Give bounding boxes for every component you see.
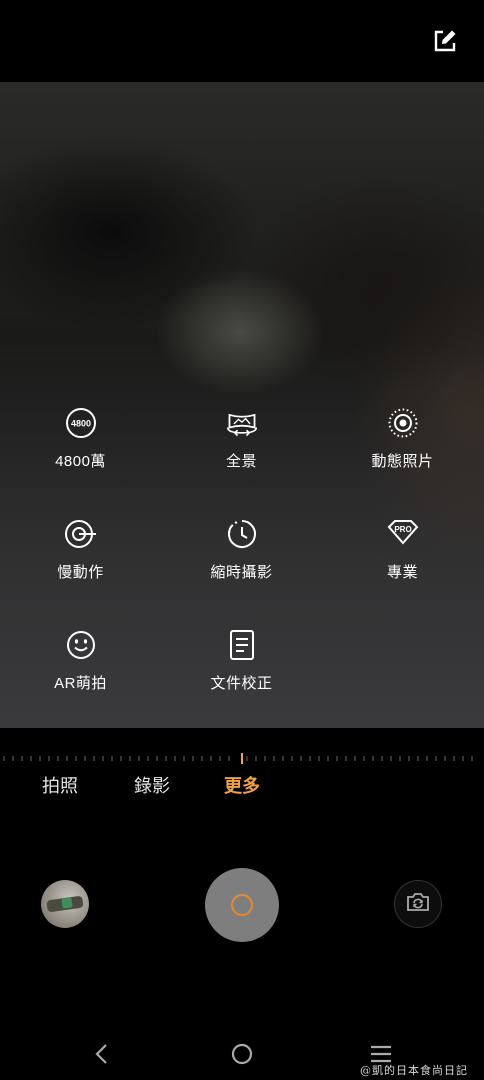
timelapse-icon — [225, 517, 259, 551]
mode-label: 慢動作 — [57, 564, 104, 581]
slow-motion-icon — [64, 517, 98, 551]
svg-text:4800: 4800 — [70, 419, 90, 429]
panorama-icon — [225, 406, 259, 440]
mode-slow-motion[interactable]: 慢動作 — [0, 517, 161, 582]
tab-more[interactable]: 更多 — [224, 772, 260, 798]
camera-controls — [0, 860, 484, 950]
mode-label: 動態照片 — [371, 453, 434, 470]
mode-label: 全景 — [225, 453, 257, 470]
mode-scroll-ruler[interactable] — [0, 750, 484, 766]
edit-icon[interactable] — [432, 28, 458, 54]
48mp-icon: 4800 — [64, 406, 98, 440]
gallery-thumbnail[interactable] — [41, 880, 89, 928]
live-photo-icon — [386, 406, 420, 440]
tab-video[interactable]: 錄影 — [134, 772, 170, 798]
thumbnail-gem — [61, 897, 73, 909]
svg-text:PRO: PRO — [394, 525, 411, 534]
mode-tabs: 拍照 錄影 更多 — [0, 772, 484, 802]
mode-ar-emoji[interactable]: AR萌拍 — [0, 628, 161, 693]
mode-timelapse[interactable]: 縮時攝影 — [161, 517, 322, 582]
mode-pro[interactable]: PRO 專業 — [322, 517, 483, 582]
home-icon[interactable] — [228, 1040, 256, 1068]
back-icon[interactable] — [88, 1040, 116, 1068]
mode-label: 4800萬 — [55, 453, 106, 470]
switch-camera-button[interactable] — [394, 880, 442, 928]
shutter-button-icon — [231, 894, 253, 916]
ar-emoji-icon — [64, 628, 98, 662]
mode-live-photo[interactable]: 動態照片 — [322, 406, 483, 471]
top-bar — [0, 0, 484, 82]
mode-label: AR萌拍 — [54, 675, 107, 692]
mode-label: 縮時攝影 — [210, 564, 273, 581]
mode-label: 專業 — [386, 564, 418, 581]
mode-document-scan[interactable]: 文件校正 — [161, 628, 322, 693]
mode-panorama[interactable]: 全景 — [161, 406, 322, 471]
mode-48mp[interactable]: 4800 4800萬 — [0, 406, 161, 471]
pro-mode-icon: PRO — [386, 517, 420, 551]
tab-photo[interactable]: 拍照 — [42, 772, 78, 798]
mode-label: 文件校正 — [210, 675, 273, 692]
switch-camera-icon — [405, 891, 431, 918]
shutter-button[interactable] — [205, 868, 279, 942]
watermark-text: @凱的日本食尚日記 — [360, 1064, 468, 1077]
document-scan-icon — [225, 628, 259, 662]
